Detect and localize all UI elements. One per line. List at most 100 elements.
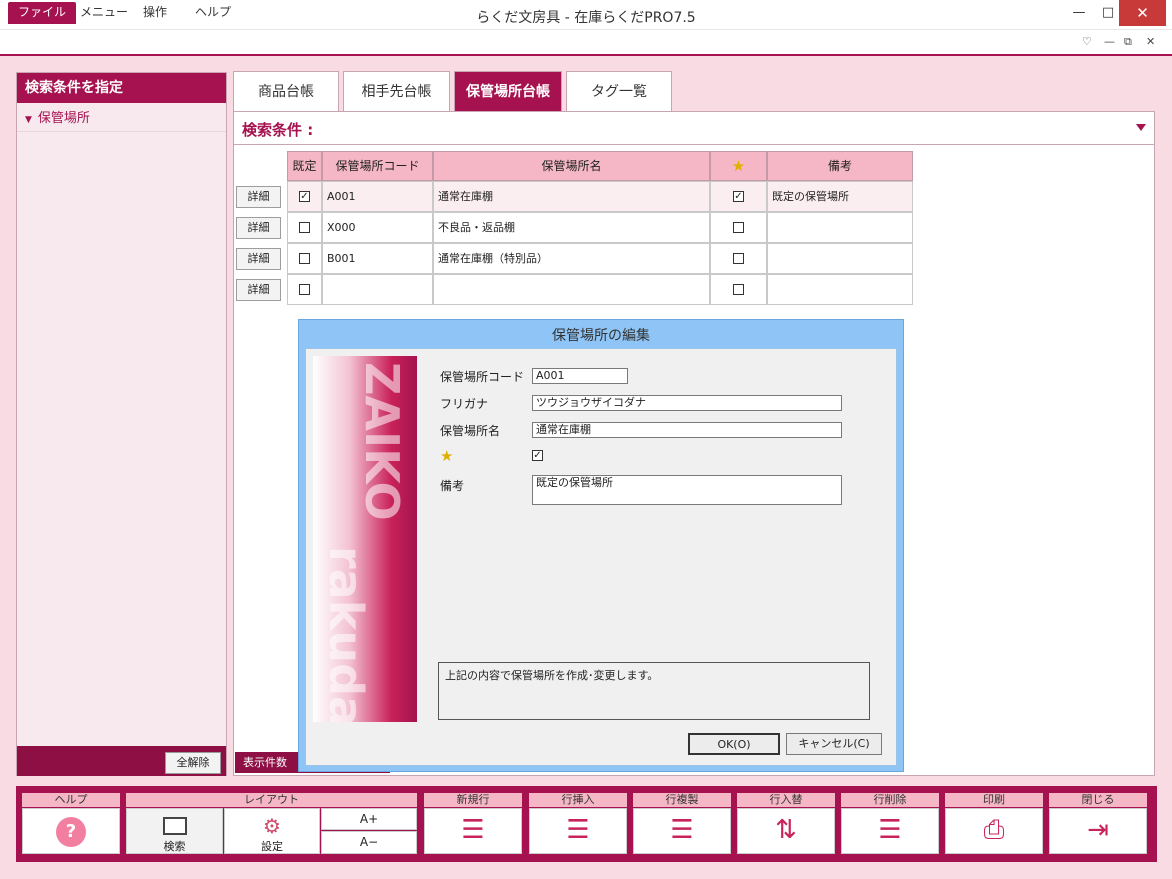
layout-settings-button[interactable]: ⚙ 設定 [224,808,320,854]
cell-name[interactable]: 通常在庫棚 [433,181,710,212]
close-window-button[interactable]: ✕ [1119,0,1166,26]
menu-operation[interactable]: 操作 [133,2,177,24]
name-input[interactable]: 通常在庫棚 [532,422,842,438]
star-checkbox[interactable] [733,253,744,264]
tab-products[interactable]: 商品台帳 [233,71,339,111]
cell-note[interactable] [767,274,913,305]
print-icon: ⎙ [983,815,1005,845]
cell-code[interactable]: A001 [322,181,433,212]
dialog-title: 保管場所の編集 [552,328,650,344]
star-checkbox[interactable]: ✓ [532,450,543,461]
tab-tags[interactable]: タグ一覧 [566,71,672,111]
code-input[interactable]: A001 [532,368,628,384]
search-condition-header: 検索条件を指定 [17,73,226,103]
font-down-button[interactable]: A− [321,831,417,854]
layout-settings-label: 設定 [261,840,283,853]
cell-name[interactable]: 通常在庫棚（特別品） [433,243,710,274]
menu-file[interactable]: ファイル [8,2,77,24]
column-header-default[interactable]: 既定 [287,151,322,181]
detail-button[interactable]: 詳細 [236,217,281,239]
layout-search-icon [162,817,187,835]
cell-note[interactable] [767,243,913,274]
font-down-label: A− [359,835,379,849]
star-icon: ★ [440,447,454,465]
new-row-button[interactable]: ☰ [424,808,522,854]
print-button[interactable]: ⎙ [945,808,1043,854]
toolbar-group-print: 印刷 ⎙ [945,793,1043,856]
swap-row-button[interactable]: ⇅ [737,808,835,854]
toolbar-insert-row-header: 行挿入 [529,793,627,807]
swap-row-icon: ⇅ [775,815,797,845]
toolbar-new-row-header: 新規行 [424,793,522,807]
clear-all-button[interactable]: 全解除 [165,752,221,774]
toolbar-help-header: ヘルプ [22,793,120,807]
toolbar-close-header: 閉じる [1049,793,1147,807]
cell-name[interactable] [433,274,710,305]
search-condition-panel [16,72,227,776]
star-checkbox[interactable] [733,284,744,295]
brand-text-top: ZAIKO [355,362,409,521]
copy-row-icon: ☰ [670,815,694,845]
layout-search-button[interactable]: 検索 [126,808,223,854]
toolbar-group-delete-row: 行削除 ☰ [841,793,939,856]
condition-item-label: 保管場所 [37,111,90,126]
delete-row-button[interactable]: ☰ [841,808,939,854]
settings-gear-icon: ⚙ [263,814,281,838]
menu-menu[interactable]: メニュー [70,2,138,24]
cell-code[interactable]: X000 [322,212,433,243]
font-up-button[interactable]: A+ [321,808,417,830]
toolbar-group-copy-row: 行複製 ☰ [633,793,731,856]
default-checkbox[interactable] [299,222,310,233]
detail-button[interactable]: 詳細 [236,248,281,270]
cell-note[interactable]: 既定の保管場所 [767,181,913,212]
column-header-note[interactable]: 備考 [767,151,913,181]
copy-row-button[interactable]: ☰ [633,808,731,854]
font-up-label: A+ [359,812,379,826]
help-button[interactable]: ? [22,808,120,854]
close-child-icon[interactable]: ✕ [1146,35,1155,48]
cell-code[interactable]: B001 [322,243,433,274]
cell-code[interactable] [322,274,433,305]
new-row-icon: ☰ [461,815,485,845]
search-condition-bar[interactable] [234,113,1154,145]
minimize-button[interactable]: — [1064,0,1094,26]
cell-note[interactable] [767,212,913,243]
default-checkbox[interactable]: ✓ [299,191,310,202]
kana-input[interactable]: ツウジョウザイコダナ [532,395,842,411]
column-header-star-icon[interactable]: ★ [710,151,767,181]
note-input[interactable]: 既定の保管場所 [532,475,842,505]
toolbar-print-header: 印刷 [945,793,1043,807]
toolbar-group-insert-row: 行挿入 ☰ [529,793,627,856]
layout-search-label: 検索 [163,840,186,853]
close-button[interactable]: ⇥ [1049,808,1147,854]
restore-child-icon[interactable]: ⧉ [1124,35,1132,49]
expand-triangle-icon: ▼ [25,115,32,125]
toolbar-group-close: 閉じる ⇥ [1049,793,1147,856]
detail-button[interactable]: 詳細 [236,186,281,208]
default-checkbox[interactable] [299,284,310,295]
collapse-caret-icon[interactable] [1136,124,1146,131]
insert-row-button[interactable]: ☰ [529,808,627,854]
star-checkbox[interactable] [733,222,744,233]
record-count-label: 表示件数 [235,752,295,773]
minimize-child-icon[interactable]: — [1104,35,1115,48]
toolbar-group-swap-row: 行入替 ⇅ [737,793,835,856]
toolbar-group-layout: レイアウト 検索 ⚙ 設定 A+ A− [126,793,417,856]
kana-label: フリガナ [440,397,489,411]
column-header-name[interactable]: 保管場所名 [433,151,710,181]
toolbar-group-new-row: 新規行 ☰ [424,793,522,856]
cancel-button[interactable]: キャンセル(C) [786,733,882,755]
close-icon: ⇥ [1087,815,1109,845]
ribbon-toggle-icon[interactable]: ♡ [1082,35,1092,48]
tab-partners[interactable]: 相手先台帳 [343,71,450,111]
column-header-code[interactable]: 保管場所コード [322,151,433,181]
menu-help[interactable]: ヘルプ [185,2,241,24]
condition-item-location[interactable]: ▼ 保管場所 [17,108,226,132]
ok-button[interactable]: OK(O) [688,733,780,755]
star-checkbox[interactable]: ✓ [733,191,744,202]
default-checkbox[interactable] [299,253,310,264]
detail-button[interactable]: 詳細 [236,279,281,301]
tab-locations[interactable]: 保管場所台帳 [454,71,562,111]
search-condition-label: 検索条件 : [242,121,314,139]
cell-name[interactable]: 不良品・返品棚 [433,212,710,243]
